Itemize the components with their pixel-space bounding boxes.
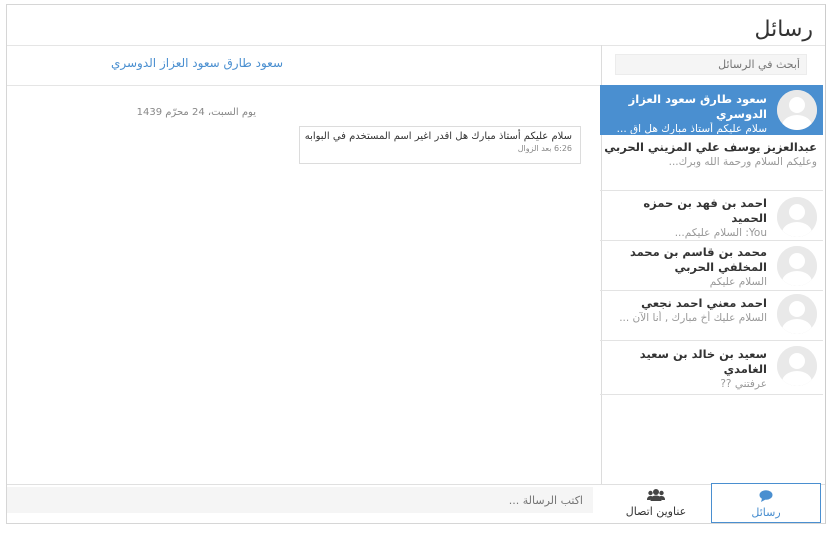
- user-placeholder-icon: [777, 346, 817, 386]
- conversation-contact-name[interactable]: سعود طارق سعود العزاز الدوسري: [7, 56, 387, 70]
- search-input[interactable]: [615, 54, 807, 75]
- conversation-list: سعود طارق سعود العزاز الدوسري سلام عليكم…: [600, 85, 825, 395]
- tab-messages-label: رسائل: [751, 506, 781, 519]
- conversation-name: احمد بن فهد بن حمزه الحميد: [643, 196, 767, 225]
- conversation-preview: السلام عليك أخ مبارك , أنا الآن ...: [619, 312, 767, 324]
- conversation-preview: عرفتني ??: [720, 378, 767, 390]
- users-icon: [647, 489, 665, 501]
- conversation-item[interactable]: احمد بن فهد بن حمزه الحميد You: السلام ع…: [600, 191, 823, 241]
- conversation-preview: السلام عليكم: [709, 276, 767, 288]
- conversation-text: احمد معني احمد نجعي السلام عليك أخ مبارك…: [604, 296, 767, 325]
- tab-messages[interactable]: رسائل: [711, 483, 821, 523]
- user-placeholder-icon: [777, 90, 817, 130]
- conversation-pane: سعود طارق سعود العزاز الدوسري يوم السبت،…: [7, 45, 602, 485]
- comment-icon: [759, 490, 773, 502]
- tab-contacts[interactable]: عناوين اتصال: [601, 483, 711, 523]
- avatar: [777, 246, 817, 286]
- conversation-name: عبدالعزيز يوسف علي المزيني الحربي: [604, 140, 817, 154]
- avatar: [777, 197, 817, 237]
- conversation-item[interactable]: محمد بن قاسم بن محمد المخلفي الحربي السل…: [600, 241, 823, 291]
- message-bubble: سلام عليكم أستاذ مبارك هل اقدر اغير اسم …: [299, 126, 581, 164]
- conversation-item[interactable]: سعود طارق سعود العزاز الدوسري سلام عليكم…: [600, 85, 823, 135]
- avatar: [777, 90, 817, 130]
- avatar: [777, 346, 817, 386]
- conversation-item[interactable]: عبدالعزيز يوسف علي المزيني الحربي وعليكم…: [600, 135, 823, 191]
- tab-contacts-label: عناوين اتصال: [625, 505, 687, 518]
- conversation-text: احمد بن فهد بن حمزه الحميد You: السلام ع…: [604, 196, 767, 240]
- conversation-preview: وعليكم السلام ورحمة الله وبرك...: [668, 156, 817, 168]
- conversation-item[interactable]: احمد معني احمد نجعي السلام عليك أخ مبارك…: [600, 291, 823, 341]
- user-placeholder-icon: [777, 246, 817, 286]
- message-input[interactable]: [7, 487, 593, 513]
- conversation-header: سعود طارق سعود العزاز الدوسري: [7, 45, 601, 86]
- conversations-sidebar: سعود طارق سعود العزاز الدوسري سلام عليكم…: [600, 45, 825, 485]
- conversation-name: احمد معني احمد نجعي: [641, 296, 767, 310]
- message-text: سلام عليكم أستاذ مبارك هل اقدر اغير اسم …: [304, 131, 572, 142]
- page-title: رسائل: [754, 17, 813, 42]
- avatar: [777, 294, 817, 334]
- conversation-name: سعيد بن خالد بن سعيد الغامدي: [639, 347, 767, 376]
- message-date: يوم السبت، 24 محرّم 1439: [136, 107, 256, 118]
- conversation-name: محمد بن قاسم بن محمد المخلفي الحربي: [629, 245, 767, 274]
- conversation-text: سعيد بن خالد بن سعيد الغامدي عرفتني ??: [604, 347, 767, 391]
- conversation-preview: سلام عليكم أستاذ مبارك هل اق ...: [616, 123, 767, 135]
- conversation-text: محمد بن قاسم بن محمد المخلفي الحربي السل…: [604, 245, 767, 289]
- conversation-text: سعود طارق سعود العزاز الدوسري سلام عليكم…: [604, 92, 767, 135]
- message-time: 6:26 بعد الزوال: [517, 144, 572, 153]
- user-placeholder-icon: [777, 197, 817, 237]
- conversation-item[interactable]: سعيد بن خالد بن سعيد الغامدي عرفتني ??: [600, 341, 823, 395]
- conversation-preview: You: السلام عليكم...: [674, 227, 767, 239]
- conversation-name: سعود طارق سعود العزاز الدوسري: [628, 92, 767, 121]
- user-placeholder-icon: [777, 294, 817, 334]
- messages-panel: رسائل سعود طارق سعود العزاز الدوسري يوم …: [6, 4, 826, 524]
- conversation-text: عبدالعزيز يوسف علي المزيني الحربي وعليكم…: [604, 140, 817, 169]
